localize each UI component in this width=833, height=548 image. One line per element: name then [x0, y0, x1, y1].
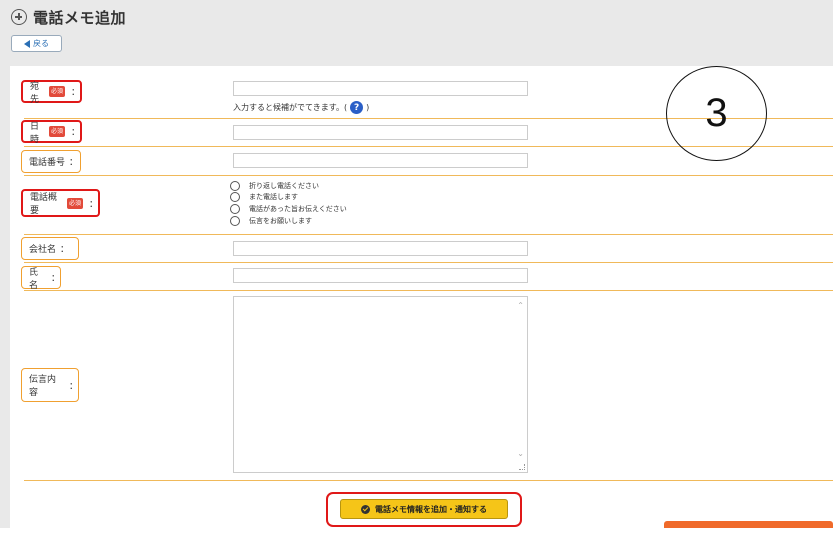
summary-option[interactable]: また電話します	[230, 192, 298, 202]
phone-input[interactable]	[233, 153, 528, 168]
label-colon: ：	[70, 88, 80, 98]
bottom-strip	[0, 528, 833, 548]
recipient-hint: 入力すると候補がでてきます。( ? )	[233, 101, 369, 114]
arrow-left-icon	[24, 39, 30, 48]
resize-grip-icon[interactable]	[519, 464, 525, 470]
radio-button[interactable]	[230, 192, 240, 202]
row-divider	[24, 290, 833, 291]
plus-circle-icon	[11, 9, 27, 25]
message-label-text: 伝言内容	[29, 375, 57, 398]
name-label-text: 氏名	[29, 267, 39, 291]
required-badge: 必須	[48, 86, 65, 97]
row-divider	[24, 175, 833, 176]
scroll-down-icon[interactable]: ⌄	[517, 449, 524, 458]
radio-button[interactable]	[230, 216, 240, 226]
label-colon: ：	[60, 245, 70, 255]
summary-option[interactable]: 折り返し電話ください	[230, 181, 319, 191]
row-divider	[24, 234, 833, 235]
label-colon: ：	[69, 158, 79, 168]
name-label: 氏名 ：	[21, 266, 61, 291]
recipient-label: 宛先 必須 ：	[21, 80, 82, 105]
summary-label-text: 電話概要	[30, 193, 58, 216]
recipient-input[interactable]	[233, 81, 528, 96]
summary-option-label: 折り返し電話ください	[249, 182, 319, 190]
message-textarea[interactable]: ⌃ ⌄	[233, 296, 528, 473]
radio-button[interactable]	[230, 181, 240, 191]
submit-button[interactable]: 電話メモ情報を追加・通知する	[340, 499, 508, 519]
row-divider	[24, 262, 833, 263]
summary-label: 電話概要 必須 ：	[21, 189, 100, 217]
orange-tab	[664, 521, 833, 528]
help-icon[interactable]: ?	[350, 101, 364, 114]
datetime-input[interactable]	[233, 125, 528, 140]
radio-button[interactable]	[230, 204, 240, 214]
page-title: 電話メモ追加	[33, 9, 127, 27]
company-label-text: 会社名	[29, 245, 57, 255]
scroll-up-icon[interactable]: ⌃	[517, 301, 524, 310]
back-button[interactable]: 戻る	[11, 35, 62, 52]
name-input[interactable]	[233, 268, 528, 283]
recipient-label-text: 宛先	[30, 81, 40, 105]
summary-option[interactable]: 伝言をお願いします	[230, 216, 312, 226]
required-badge: 必須	[48, 126, 65, 137]
company-label: 会社名 ：	[21, 237, 79, 260]
datetime-label: 日時 必須 ：	[21, 120, 82, 145]
label-colon: ：	[50, 274, 60, 284]
required-badge: 必須	[66, 197, 83, 209]
label-colon: ：	[68, 381, 78, 392]
page-header: 電話メモ追加 戻る	[0, 0, 833, 62]
row-divider	[24, 480, 833, 481]
summary-option-label: 伝言をお願いします	[249, 217, 312, 225]
phone-label-text: 電話番号	[29, 158, 66, 168]
message-label: 伝言内容 ：	[21, 368, 79, 402]
company-input[interactable]	[233, 241, 528, 256]
summary-option-label: また電話します	[249, 193, 298, 201]
label-colon: ：	[88, 199, 98, 210]
back-button-label: 戻る	[33, 39, 49, 48]
recipient-hint-text: 入力すると候補がでてきます。(	[233, 103, 348, 112]
recipient-hint-close: )	[366, 103, 370, 112]
summary-option[interactable]: 電話があった旨お伝えください	[230, 204, 347, 214]
check-circle-icon	[361, 504, 370, 514]
summary-option-label: 電話があった旨お伝えください	[249, 205, 347, 213]
submit-button-label: 電話メモ情報を追加・通知する	[375, 504, 487, 514]
phone-label: 電話番号 ：	[21, 150, 81, 173]
step-number-annotation: 3	[666, 66, 767, 161]
label-colon: ：	[70, 128, 80, 138]
datetime-label-text: 日時	[30, 121, 40, 145]
